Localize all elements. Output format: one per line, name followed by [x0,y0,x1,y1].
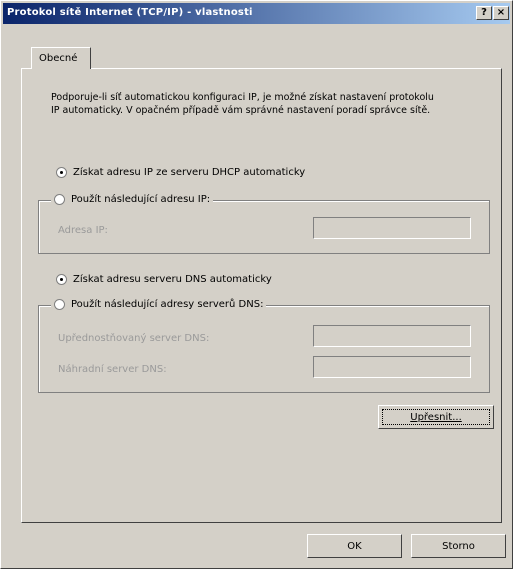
dns-manual-radio[interactable] [54,299,65,310]
close-button[interactable]: × [493,6,509,20]
dns-alternate-field[interactable] [313,356,471,378]
ip-address-field[interactable] [313,217,471,239]
ok-button-label: OK [347,540,362,552]
dns-manual-option[interactable]: Použít následující adresy serverů DNS: [51,299,267,310]
dns-auto-radio[interactable] [56,274,67,285]
dns-alternate-label: Náhradní server DNS: [58,364,167,375]
ip-manual-radio[interactable] [54,194,65,205]
tab-panel [21,68,502,523]
help-button[interactable]: ? [476,6,492,20]
ip-auto-option[interactable]: Získat adresu IP ze serveru DHCP automat… [56,167,305,178]
cancel-button-label: Storno [442,540,475,552]
advanced-button-label: Upřesnit... [410,411,462,423]
dns-preferred-label: Upřednostňovaný server DNS: [58,333,210,344]
window-title: Protokol sítě Internet (TCP/IP) - vlastn… [7,7,253,18]
ip-auto-radio[interactable] [56,167,67,178]
advanced-button[interactable]: Upřesnit... [378,405,494,429]
ip-auto-label: Získat adresu IP ze serveru DHCP automat… [73,167,306,178]
dns-preferred-field[interactable] [313,325,471,347]
cancel-button[interactable]: Storno [411,534,506,558]
tcpip-properties-dialog: Protokol sítě Internet (TCP/IP) - vlastn… [0,0,513,569]
ip-address-label: Adresa IP: [58,225,108,236]
help-icon: ? [481,7,487,18]
tab-general-label: Obecné [39,53,78,64]
dns-manual-label: Použít následující adresy serverů DNS: [71,299,264,310]
dns-auto-option[interactable]: Získat adresu serveru DNS automaticky [56,274,272,285]
ip-manual-label: Použít následující adresu IP: [71,194,211,205]
close-icon: × [496,7,506,18]
dns-auto-label: Získat adresu serveru DNS automaticky [73,274,272,285]
tab-general[interactable]: Obecné [31,47,91,69]
title-bar[interactable]: Protokol sítě Internet (TCP/IP) - vlastn… [3,3,510,24]
ok-button[interactable]: OK [307,534,402,558]
dns-manual-group [38,305,490,393]
ip-manual-option[interactable]: Použít následující adresu IP: [51,194,214,205]
description-text: Podporuje-li síť automatickou konfigurac… [51,92,434,116]
